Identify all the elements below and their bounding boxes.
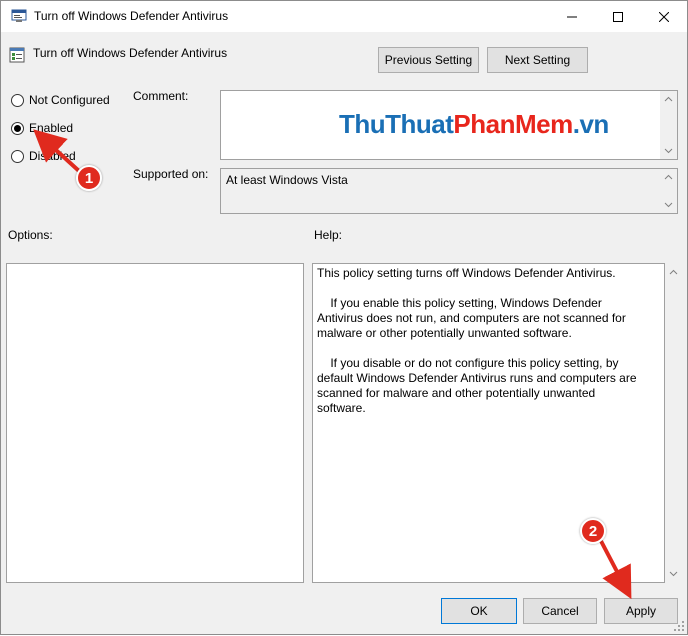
scroll-down-icon[interactable]: [664, 200, 673, 209]
options-label: Options:: [8, 228, 53, 242]
cancel-button[interactable]: Cancel: [523, 598, 597, 624]
policy-dialog-window: Turn off Windows Defender Antivirus Turn…: [0, 0, 688, 635]
scroll-down-icon[interactable]: [669, 569, 678, 578]
help-pane: This policy setting turns off Windows De…: [312, 263, 665, 583]
ok-button[interactable]: OK: [441, 598, 517, 624]
radio-not-configured[interactable]: Not Configured: [11, 93, 110, 107]
maximize-icon: [613, 11, 623, 22]
scroll-down-icon[interactable]: [664, 146, 673, 155]
radio-disabled[interactable]: Disabled: [11, 149, 76, 163]
watermark-logo: ThuThuatPhanMem.vn: [339, 109, 609, 139]
scroll-up-icon[interactable]: [664, 173, 673, 182]
annotation-badge-1: 1: [76, 165, 102, 191]
radio-enabled-circle[interactable]: [11, 121, 24, 135]
scroll-up-icon[interactable]: [669, 268, 678, 277]
comment-scrollbar[interactable]: [660, 91, 677, 159]
close-icon: [659, 11, 669, 22]
apply-button[interactable]: Apply: [604, 598, 678, 624]
resize-grip-icon[interactable]: [673, 620, 685, 632]
radio-disabled-label: Disabled: [29, 149, 76, 163]
help-text: This policy setting turns off Windows De…: [317, 266, 644, 431]
radio-enabled-label: Enabled: [29, 121, 74, 135]
previous-setting-button[interactable]: Previous Setting: [378, 47, 479, 73]
help-paragraph: This policy setting turns off Windows De…: [317, 266, 616, 280]
next-setting-button[interactable]: Next Setting: [487, 47, 588, 73]
scroll-up-icon[interactable]: [664, 95, 673, 104]
close-button[interactable]: [641, 1, 687, 32]
title-bar: Turn off Windows Defender Antivirus: [1, 1, 687, 32]
minimize-button[interactable]: [549, 1, 595, 32]
supported-on-value: At least Windows Vista: [226, 173, 348, 187]
help-label: Help:: [314, 228, 343, 242]
maximize-button[interactable]: [595, 1, 641, 32]
help-scrollbar[interactable]: [665, 263, 682, 583]
radio-disabled-circle[interactable]: [11, 149, 24, 163]
supported-on-label: Supported on:: [133, 167, 209, 181]
supported-scrollbar[interactable]: [660, 169, 677, 213]
help-paragraph: If you enable this policy setting, Windo…: [317, 296, 630, 340]
options-pane: [6, 263, 304, 583]
radio-enabled[interactable]: Enabled: [11, 121, 73, 135]
annotation-badge-2: 2: [580, 518, 606, 544]
minimize-icon: [567, 16, 577, 17]
help-paragraph: If you disable or do not configure this …: [317, 356, 640, 415]
policy-window-icon: [11, 9, 27, 22]
radio-not-configured-label: Not Configured: [29, 93, 110, 107]
comment-label: Comment:: [133, 89, 189, 103]
policy-title: Turn off Windows Defender Antivirus: [33, 46, 228, 60]
supported-on-box: At least Windows Vista: [220, 168, 678, 214]
window-title: Turn off Windows Defender Antivirus: [34, 9, 229, 23]
radio-not-configured-circle[interactable]: [11, 93, 24, 107]
policy-setting-icon: [9, 47, 25, 63]
